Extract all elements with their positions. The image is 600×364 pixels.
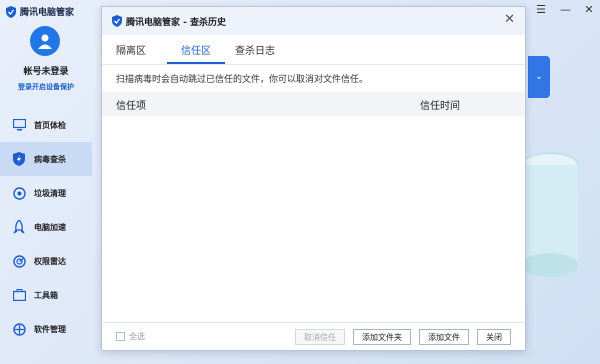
sidebar-item-cleanup[interactable]: 垃圾清理 bbox=[0, 176, 92, 210]
background-dropdown-button[interactable]: ⌄ bbox=[528, 56, 550, 98]
sidebar-item-label: 电脑加速 bbox=[34, 222, 66, 232]
close-button[interactable]: 关闭 bbox=[477, 329, 511, 345]
tab-quarantine[interactable]: 隔离区 bbox=[114, 42, 159, 64]
footer-buttons: 取消信任 添加文件夹 添加文件 关闭 bbox=[295, 329, 511, 345]
dialog-footer: 全选 取消信任 添加文件夹 添加文件 关闭 bbox=[102, 322, 525, 350]
checkbox-box[interactable] bbox=[116, 332, 125, 341]
sidebar-item-label: 首页体检 bbox=[34, 120, 66, 130]
sidebar-item-label: 权限雷达 bbox=[34, 256, 66, 266]
scan-history-dialog: 腾讯电脑管家 - 查杀历史 ✕ 隔离区 信任区 查杀日志 扫描病毒时会自动跳过已… bbox=[101, 6, 526, 351]
avatar[interactable] bbox=[30, 26, 60, 56]
select-all-checkbox[interactable]: 全选 bbox=[116, 331, 145, 342]
rocket-icon bbox=[12, 220, 26, 234]
sidebar-item-label: 垃圾清理 bbox=[34, 188, 66, 198]
menu-icon[interactable]: ☰ bbox=[536, 3, 546, 16]
trust-zone-description: 扫描病毒时会自动跳过已信任的文件，你可以取消对文件信任。 bbox=[116, 75, 369, 85]
sidebar-item-label: 病毒查杀 bbox=[34, 154, 66, 164]
add-file-button[interactable]: 添加文件 bbox=[419, 329, 469, 345]
sidebar-nav: 首页体检 病毒查杀 垃圾清理 电脑加速 权限雷达 工具箱 软件管理 bbox=[0, 108, 92, 346]
sidebar: 帐号未登录 登录开启设备保护 首页体检 病毒查杀 垃圾清理 电脑加速 权限雷达 … bbox=[0, 20, 92, 364]
tencent-shield-icon bbox=[112, 15, 122, 27]
tab-trust-zone[interactable]: 信任区 bbox=[167, 42, 225, 64]
column-header-trust-time[interactable]: 信任时间 bbox=[420, 97, 460, 112]
sidebar-item-home-checkup[interactable]: 首页体检 bbox=[0, 108, 92, 142]
remove-trust-button[interactable]: 取消信任 bbox=[295, 329, 345, 345]
radar-icon bbox=[12, 254, 26, 268]
sidebar-item-speedup[interactable]: 电脑加速 bbox=[0, 210, 92, 244]
close-app-button[interactable]: ✕ bbox=[584, 3, 594, 16]
tab-scan-log[interactable]: 查杀日志 bbox=[233, 42, 288, 64]
add-folder-button[interactable]: 添加文件夹 bbox=[353, 329, 411, 345]
software-icon bbox=[12, 322, 26, 336]
lightning-shield-icon bbox=[12, 152, 26, 166]
restore-app-button[interactable]: — bbox=[560, 3, 571, 16]
chevron-down-icon: ⌄ bbox=[535, 72, 543, 82]
sidebar-item-toolbox[interactable]: 工具箱 bbox=[0, 278, 92, 312]
dialog-header: 腾讯电脑管家 - 查杀历史 bbox=[102, 7, 525, 35]
sidebar-item-permission-radar[interactable]: 权限雷达 bbox=[0, 244, 92, 278]
app-title-bar: 腾讯电脑管家 bbox=[6, 5, 74, 18]
trust-table-body bbox=[102, 116, 525, 320]
sidebar-item-label: 工具箱 bbox=[34, 290, 58, 300]
dialog-tabs: 隔离区 信任区 查杀日志 bbox=[102, 35, 525, 65]
sidebar-item-label: 软件管理 bbox=[34, 324, 66, 334]
sidebar-item-virus-scan[interactable]: 病毒查杀 bbox=[0, 142, 92, 176]
toolbox-icon bbox=[12, 288, 26, 302]
column-header-trust-item[interactable]: 信任项 bbox=[102, 97, 420, 112]
cleanup-icon bbox=[12, 186, 26, 200]
login-link[interactable]: 登录开启设备保护 bbox=[0, 82, 92, 92]
monitor-icon bbox=[12, 118, 26, 132]
select-all-label: 全选 bbox=[129, 332, 145, 341]
trust-table-header: 信任项 信任时间 bbox=[102, 92, 525, 116]
decorative-drum-graphic bbox=[521, 152, 579, 277]
sidebar-item-software-manager[interactable]: 软件管理 bbox=[0, 312, 92, 346]
tencent-shield-icon bbox=[6, 5, 16, 18]
close-icon[interactable]: ✕ bbox=[504, 12, 515, 27]
app-title: 腾讯电脑管家 bbox=[20, 8, 75, 18]
dialog-title: 腾讯电脑管家 - 查杀历史 bbox=[126, 17, 227, 28]
user-icon bbox=[38, 34, 52, 49]
login-status: 帐号未登录 bbox=[23, 67, 69, 77]
